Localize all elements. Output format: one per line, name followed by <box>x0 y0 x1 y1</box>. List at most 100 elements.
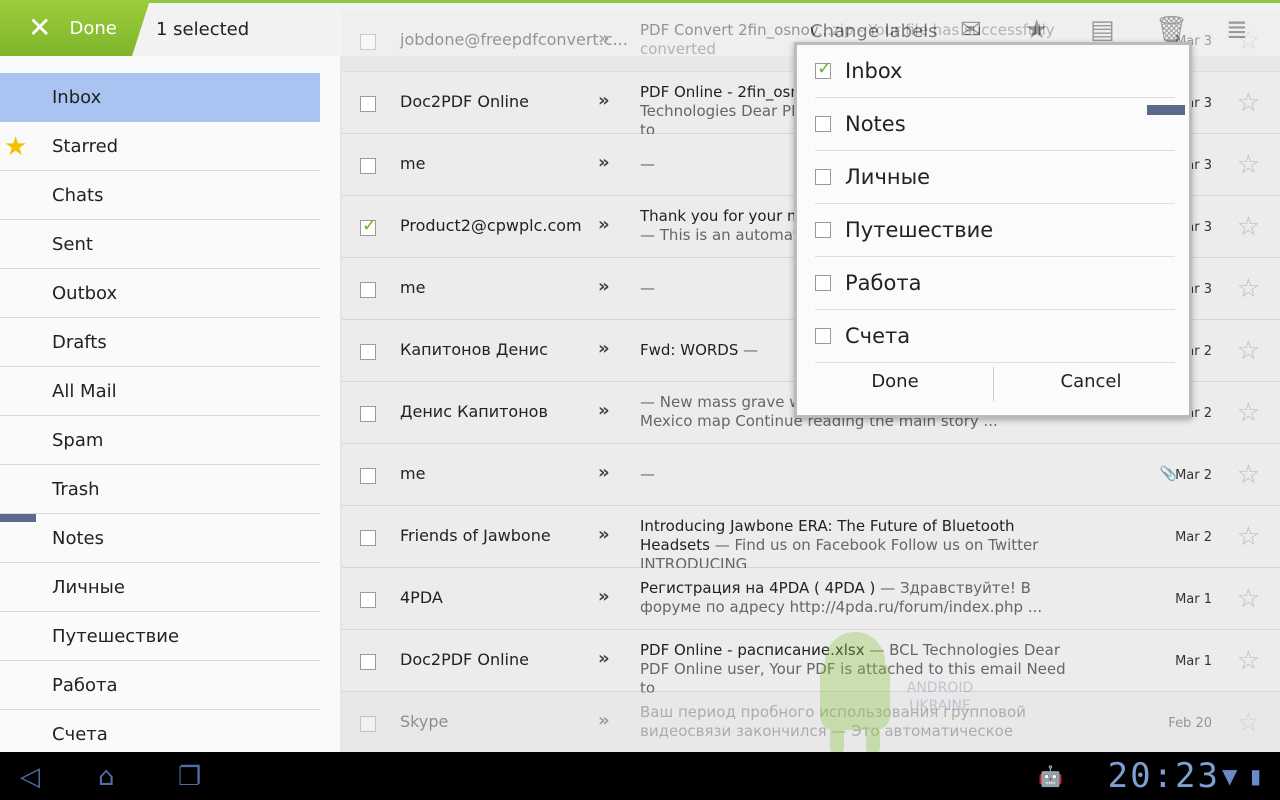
subject-line: — <box>640 465 1080 484</box>
subject: Регистрация на 4PDA ( 4PDA ) <box>640 579 876 597</box>
sender: Skype <box>400 712 449 731</box>
list-item[interactable]: me » — 📎 Mar 2 ☆ <box>342 444 1280 506</box>
row-checkbox[interactable] <box>360 654 376 670</box>
done-button[interactable]: ✕ Done <box>0 0 150 56</box>
change-labels-dialog: Inbox Notes Личные Путешествие Работа Сч… <box>794 42 1192 418</box>
dialog-done-button[interactable]: Done <box>805 371 985 392</box>
recent-apps-icon[interactable]: ❐ <box>178 762 201 792</box>
snippet: — <box>738 341 759 359</box>
label-option-notes[interactable]: Notes <box>815 98 1175 151</box>
snippet: — <box>640 155 655 173</box>
sidebar-item-puteshestvie[interactable]: Путешествие <box>0 612 320 661</box>
star-icon[interactable]: ☆ <box>1237 460 1260 490</box>
sender: me <box>400 464 426 483</box>
chevron-icon: » <box>598 400 610 421</box>
sidebar-item-notes[interactable]: Notes <box>0 514 320 563</box>
star-icon[interactable]: ☆ <box>1237 646 1260 676</box>
clock: 20:23 <box>1107 756 1220 796</box>
divider <box>993 367 994 401</box>
snippet: — <box>640 465 655 483</box>
star-icon[interactable]: ☆ <box>1237 708 1260 738</box>
sidebar-item-drafts[interactable]: Drafts <box>0 318 320 367</box>
sidebar-item-trash[interactable]: Trash <box>0 465 320 514</box>
back-icon[interactable]: ◁ <box>20 762 40 792</box>
row-checkbox[interactable] <box>360 592 376 608</box>
row-checkbox[interactable] <box>360 530 376 546</box>
subject-line: Регистрация на 4PDA ( 4PDA ) — Здравству… <box>640 579 1080 617</box>
subject-line: Introducing Jawbone ERA: The Future of B… <box>640 517 1080 574</box>
date: Mar 1 <box>1175 592 1212 607</box>
star-icon[interactable]: ☆ <box>1237 26 1260 56</box>
star-icon[interactable]: ☆ <box>1237 398 1260 428</box>
sidebar-item-sent[interactable]: Sent <box>0 220 320 269</box>
row-checkbox[interactable] <box>360 716 376 732</box>
star-icon[interactable]: ☆ <box>1237 88 1260 118</box>
star-icon[interactable]: ☆ <box>1237 274 1260 304</box>
label-option-puteshestvie[interactable]: Путешествие <box>815 204 1175 257</box>
subject: Fwd: WORDS <box>640 341 739 359</box>
sidebar-item-chats[interactable]: Chats <box>0 171 320 220</box>
star-icon[interactable]: ☆ <box>1237 150 1260 180</box>
list-item[interactable]: 4PDA » Регистрация на 4PDA ( 4PDA ) — Зд… <box>342 568 1280 630</box>
label-checkbox[interactable] <box>815 116 831 132</box>
date: Mar 1 <box>1175 654 1212 669</box>
sidebar-item-all-mail[interactable]: All Mail <box>0 367 320 416</box>
dialog-cancel-button[interactable]: Cancel <box>1001 371 1181 392</box>
label-checkbox[interactable] <box>815 328 831 344</box>
sender: Product2@cpwplc.com <box>400 216 582 235</box>
label-option-inbox[interactable]: Inbox <box>815 45 1175 98</box>
label-checkbox[interactable] <box>815 58 832 79</box>
sidebar-item-label: Trash <box>52 478 100 500</box>
sidebar-item-label: Outbox <box>52 282 118 304</box>
row-checkbox[interactable] <box>360 158 376 174</box>
sender: me <box>400 278 426 297</box>
wifi-icon: ▼ <box>1222 764 1238 788</box>
label-option-text: Путешествие <box>845 218 994 242</box>
star-icon: ★ <box>4 132 28 162</box>
sidebar-item-label: Notes <box>52 527 104 549</box>
label-option-text: Личные <box>845 165 931 189</box>
star-icon[interactable]: ☆ <box>1237 584 1260 614</box>
label-option-rabota[interactable]: Работа <box>815 257 1175 310</box>
row-checkbox[interactable] <box>360 344 376 360</box>
watermark-line2: UKRAINE <box>909 698 971 714</box>
label-checkbox[interactable] <box>815 275 831 291</box>
label-checkbox[interactable] <box>815 222 831 238</box>
sidebar-item-spam[interactable]: Spam <box>0 416 320 465</box>
sidebar-item-rabota[interactable]: Работа <box>0 661 320 710</box>
row-checkbox[interactable] <box>360 282 376 298</box>
sidebar-item-outbox[interactable]: Outbox <box>0 269 320 318</box>
sender: Doc2PDF Online <box>400 650 529 669</box>
sidebar-item-label: Личные <box>52 576 125 598</box>
sidebar-item-label: Drafts <box>52 331 107 353</box>
chevron-icon: » <box>598 648 610 669</box>
sidebar-item-label: Inbox <box>52 86 102 108</box>
row-checkbox[interactable] <box>360 406 376 422</box>
chevron-icon: » <box>598 90 610 111</box>
row-checkbox[interactable] <box>360 468 376 484</box>
android-robot-icon: ANDROID UKRAINE <box>820 632 973 755</box>
date: Feb 20 <box>1168 716 1212 731</box>
list-item[interactable]: Friends of Jawbone » Introducing Jawbone… <box>342 506 1280 573</box>
label-checkbox[interactable] <box>815 169 831 185</box>
chevron-icon: » <box>598 710 610 731</box>
sidebar-item-inbox[interactable]: Inbox <box>0 73 320 122</box>
row-checkbox[interactable] <box>360 96 376 112</box>
done-label: Done <box>69 17 117 39</box>
selection-count: 1 selected <box>156 19 250 40</box>
android-debug-icon: 🤖 <box>1038 764 1063 788</box>
home-icon[interactable]: ⌂ <box>98 762 115 792</box>
sidebar-item-label: All Mail <box>52 380 117 402</box>
close-icon: ✕ <box>28 11 52 44</box>
sender: 4PDA <box>400 588 443 607</box>
sidebar-item-lichnye[interactable]: Личные <box>0 563 320 612</box>
label-option-lichnye[interactable]: Личные <box>815 151 1175 204</box>
label-option-scheta[interactable]: Счета <box>815 310 1175 363</box>
row-checkbox[interactable] <box>360 34 376 50</box>
sidebar-item-starred[interactable]: ★ Starred <box>0 122 320 171</box>
chevron-icon: » <box>598 462 610 483</box>
star-icon[interactable]: ☆ <box>1237 336 1260 366</box>
star-icon[interactable]: ☆ <box>1237 522 1260 552</box>
star-icon[interactable]: ☆ <box>1237 212 1260 242</box>
row-checkbox[interactable] <box>360 215 377 236</box>
